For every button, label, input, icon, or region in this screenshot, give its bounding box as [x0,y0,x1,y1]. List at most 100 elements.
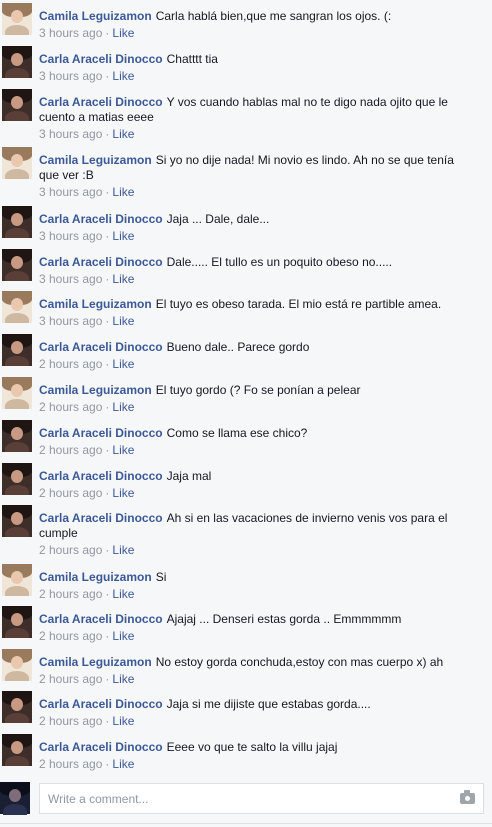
comment-body: Carla Araceli Dinocco Chatttt tia 3 hours … [39,52,469,84]
like-link[interactable]: Like [112,587,134,601]
comment-input[interactable] [39,783,484,814]
comment-timestamp[interactable]: 2 hours ago [39,587,102,601]
comment-meta: 3 hours ago · Like [39,127,469,142]
comment-meta: 2 hours ago · Like [39,443,469,458]
comment-author[interactable]: Camila Leguizamon [39,153,152,167]
comment-timestamp[interactable]: 3 hours ago [39,314,102,328]
comment-author[interactable]: Carla Araceli Dinocco [39,469,163,483]
like-link[interactable]: Like [112,443,134,457]
comment-text: El tuyo es obeso tarada. El mio está re … [155,297,442,311]
avatar[interactable] [2,249,32,281]
avatar[interactable] [2,89,32,121]
like-link[interactable]: Like [112,714,134,728]
separator: · [105,314,110,328]
comment-timestamp[interactable]: 2 hours ago [39,357,102,371]
like-link[interactable]: Like [112,69,134,83]
comment-text: No estoy gorda conchuda,estoy con mas cu… [155,655,444,669]
comment-author[interactable]: Camila Leguizamon [39,383,152,397]
avatar[interactable] [2,505,32,537]
comment-timestamp[interactable]: 3 hours ago [39,272,102,286]
like-link[interactable]: Like [112,229,134,243]
comment-timestamp[interactable]: 2 hours ago [39,714,102,728]
like-link[interactable]: Like [112,127,134,141]
comment-timestamp[interactable]: 2 hours ago [39,757,102,771]
comment-body: Carla Araceli Dinocco Jaja si me dijiste … [39,697,469,729]
avatar[interactable] [2,291,32,323]
comment-author[interactable]: Camila Leguizamon [39,297,152,311]
like-link[interactable]: Like [112,486,134,500]
like-link[interactable]: Like [112,272,134,286]
like-link[interactable]: Like [112,314,134,328]
comment-body: Camila Leguizamon Carla hablá bien,que me… [39,9,469,41]
comment-body: Carla Araceli Dinocco Ajajaj ... Denseri … [39,612,469,644]
separator: · [105,127,110,141]
comment-text: Jaja mal [166,469,212,483]
comment-timestamp[interactable]: 2 hours ago [39,443,102,457]
separator: · [105,69,110,83]
avatar[interactable] [0,782,31,815]
like-link[interactable]: Like [112,26,134,40]
comment-author[interactable]: Carla Araceli Dinocco [39,511,163,525]
like-link[interactable]: Like [112,757,134,771]
avatar[interactable] [2,46,32,78]
like-link[interactable]: Like [112,400,134,414]
like-link[interactable]: Like [112,543,134,557]
comment-author[interactable]: Carla Araceli Dinocco [39,340,163,354]
avatar[interactable] [2,606,32,638]
like-link[interactable]: Like [112,357,134,371]
avatar[interactable] [2,420,32,452]
camera-icon[interactable] [460,790,475,804]
separator: · [105,486,110,500]
comment-text: El tuyo gordo (? Fo se ponían a pelear [155,383,361,397]
comment-author[interactable]: Carla Araceli Dinocco [39,52,163,66]
comment-text: Ajajaj ... Denseri estas gorda .. Emmmmm… [166,612,402,626]
comment-text: Carla hablá bien,que me sangran los ojos… [155,9,392,23]
comment-body: Carla Araceli Dinocco Dale..... El tullo … [39,255,469,287]
comment-timestamp[interactable]: 3 hours ago [39,26,102,40]
comment-author[interactable]: Carla Araceli Dinocco [39,697,163,711]
comment-author[interactable]: Carla Araceli Dinocco [39,426,163,440]
comment-author[interactable]: Carla Araceli Dinocco [39,612,163,626]
comment-timestamp[interactable]: 3 hours ago [39,69,102,83]
avatar[interactable] [2,691,32,723]
avatar[interactable] [2,564,32,596]
comment-author[interactable]: Camila Leguizamon [39,655,152,669]
like-link[interactable]: Like [112,185,134,199]
comment-author[interactable]: Camila Leguizamon [39,570,152,584]
comment-text: Eeee vo que te salto la villu jajaj [166,740,338,754]
comment-author[interactable]: Carla Araceli Dinocco [39,212,163,226]
avatar[interactable] [2,206,32,238]
comment-body: Carla Araceli Dinocco Y vos cuando hablas… [39,95,469,142]
comment-timestamp[interactable]: 2 hours ago [39,543,102,557]
avatar[interactable] [2,377,32,409]
comment-author[interactable]: Carla Araceli Dinocco [39,740,163,754]
avatar[interactable] [2,734,32,766]
comment-author[interactable]: Carla Araceli Dinocco [39,255,163,269]
avatar[interactable] [2,3,32,35]
comment-author[interactable]: Camila Leguizamon [39,9,152,23]
comment-timestamp[interactable]: 3 hours ago [39,185,102,199]
comment-text: Como se llama ese chico? [166,426,308,440]
comment-timestamp[interactable]: 3 hours ago [39,229,102,243]
avatar[interactable] [2,147,32,179]
comment-meta: 2 hours ago · Like [39,587,469,602]
comment-meta: 2 hours ago · Like [39,672,469,687]
like-link[interactable]: Like [112,672,134,686]
avatar[interactable] [2,463,32,495]
comment-timestamp[interactable]: 3 hours ago [39,127,102,141]
comment-timestamp[interactable]: 2 hours ago [39,400,102,414]
comment-body: Carla Araceli Dinocco Jaja ... Dale, dale… [39,212,469,244]
comment-timestamp[interactable]: 2 hours ago [39,486,102,500]
comment-timestamp[interactable]: 2 hours ago [39,629,102,643]
avatar[interactable] [2,334,32,366]
separator: · [105,757,110,771]
comment-body: Camila Leguizamon Si 2 hours ago · Like [39,570,469,602]
comment-author[interactable]: Carla Araceli Dinocco [39,95,163,109]
like-link[interactable]: Like [112,629,134,643]
comment-text: Bueno dale.. Parece gordo [166,340,310,354]
comment-meta: 2 hours ago · Like [39,714,469,729]
comment-timestamp[interactable]: 2 hours ago [39,672,102,686]
comment-meta: 2 hours ago · Like [39,486,469,501]
avatar[interactable] [2,649,32,681]
separator: · [105,26,110,40]
